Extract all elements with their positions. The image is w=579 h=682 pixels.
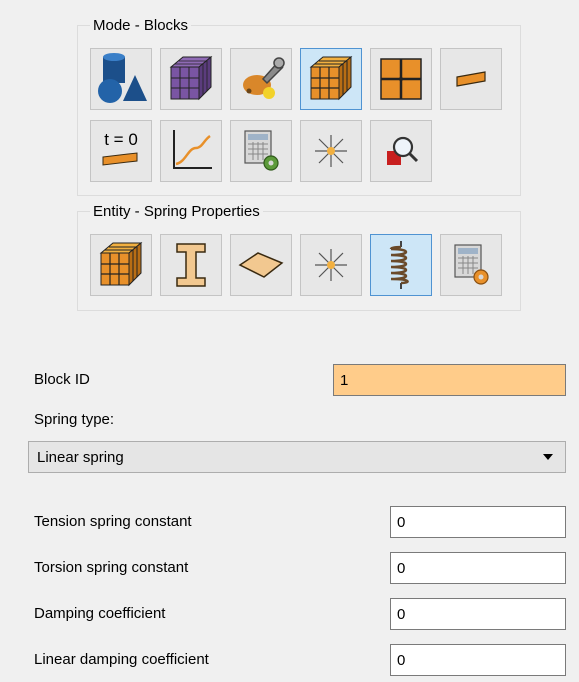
entity-point-button[interactable] bbox=[300, 234, 362, 296]
initial-condition-button[interactable]: t = 0 bbox=[90, 120, 152, 182]
spring-type-value: Linear spring bbox=[37, 448, 124, 466]
point-tool-button[interactable] bbox=[300, 120, 362, 182]
calculator-gear-icon bbox=[454, 244, 489, 285]
entity-calculator-button[interactable] bbox=[440, 234, 502, 296]
torsion-spring-constant-label: Torsion spring constant bbox=[34, 559, 189, 576]
initial-condition-label: t = 0 bbox=[104, 130, 138, 149]
point-burst-icon bbox=[315, 249, 347, 281]
block-id-field[interactable]: 1 bbox=[333, 364, 566, 396]
blocks-cube-icon bbox=[99, 241, 143, 287]
beam-tool-button[interactable] bbox=[440, 48, 502, 110]
damping-coefficient-field[interactable]: 0 bbox=[390, 598, 566, 630]
mode-blocks-title: Mode - Blocks bbox=[90, 17, 192, 35]
spring-coil-icon bbox=[389, 241, 409, 289]
point-burst-icon bbox=[315, 135, 347, 167]
geometry-shapes-icon bbox=[98, 53, 147, 103]
shell-plate-icon bbox=[238, 252, 284, 278]
geometry-tool-button[interactable] bbox=[90, 48, 152, 110]
entity-blocks-button[interactable] bbox=[90, 234, 152, 296]
zoom-inspect-icon bbox=[387, 136, 419, 165]
mesh-cube-icon bbox=[169, 55, 213, 101]
surface-tool-button[interactable] bbox=[370, 48, 432, 110]
block-id-label: Block ID bbox=[34, 371, 90, 388]
blocks-cube-icon bbox=[309, 55, 353, 101]
initial-condition-icon: t = 0 bbox=[102, 130, 138, 166]
torsion-spring-constant-field[interactable]: 0 bbox=[390, 552, 566, 584]
spring-type-label: Spring type: bbox=[34, 411, 115, 428]
wrench-settings-icon bbox=[243, 57, 285, 99]
entity-shell-button[interactable] bbox=[230, 234, 292, 296]
curve-tool-button[interactable] bbox=[160, 120, 222, 182]
inspect-tool-button[interactable] bbox=[370, 120, 432, 182]
spring-type-select[interactable]: Linear spring bbox=[28, 441, 566, 473]
linear-damping-coefficient-field[interactable]: 0 bbox=[390, 644, 566, 676]
ibeam-icon bbox=[176, 243, 206, 287]
entity-spring-button[interactable] bbox=[370, 234, 432, 296]
calculator-tool-button[interactable] bbox=[230, 120, 292, 182]
tension-spring-constant-label: Tension spring constant bbox=[34, 513, 192, 530]
blocks-mode-button[interactable] bbox=[300, 48, 362, 110]
settings-tool-button[interactable] bbox=[230, 48, 292, 110]
calculator-gear-icon bbox=[244, 130, 279, 171]
chevron-down-icon bbox=[543, 454, 553, 460]
beam-element-icon bbox=[456, 71, 486, 87]
linear-damping-coefficient-label: Linear damping coefficient bbox=[34, 651, 209, 668]
curve-graph-icon bbox=[173, 130, 212, 169]
entity-spring-title: Entity - Spring Properties bbox=[90, 203, 263, 221]
tension-spring-constant-field[interactable]: 0 bbox=[390, 506, 566, 538]
mesh-tool-button[interactable] bbox=[160, 48, 222, 110]
damping-coefficient-label: Damping coefficient bbox=[34, 605, 166, 622]
surface-grid-icon bbox=[380, 58, 422, 100]
entity-beam-button[interactable] bbox=[160, 234, 222, 296]
